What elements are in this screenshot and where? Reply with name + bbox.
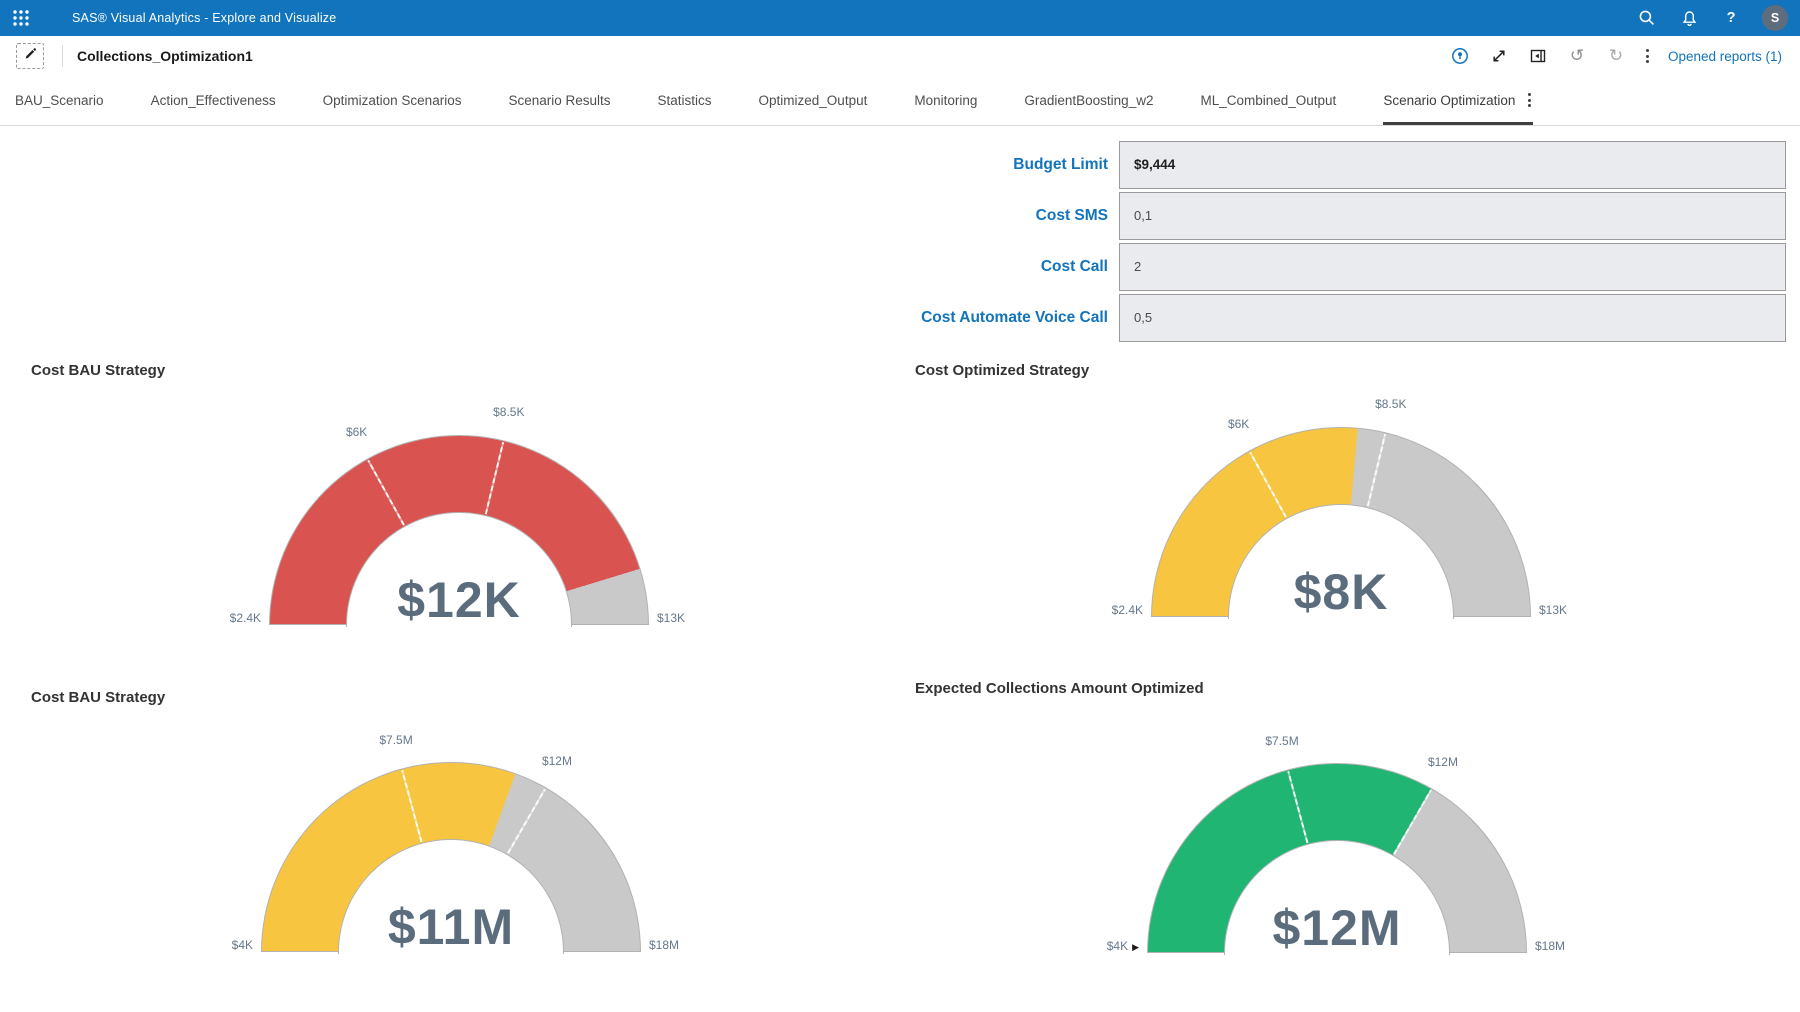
tab-label: GradientBoosting_w2 <box>1024 93 1153 108</box>
prompt-row: Cost Call 2 <box>0 243 1786 291</box>
edit-report-button[interactable] <box>16 43 44 69</box>
tab-label: Monitoring <box>914 93 977 108</box>
prompt-row: Cost SMS 0,1 <box>0 192 1786 240</box>
prompt-label: Cost Automate Voice Call <box>921 294 1108 342</box>
notifications-bell-icon[interactable] <box>1678 7 1700 29</box>
tab-scenario-optimization[interactable]: Scenario Optimization <box>1383 76 1533 125</box>
gauge-tick-label: $6K <box>346 425 367 439</box>
gauge-chart: $6K$8.5K$2.4K$13K$8K <box>1061 371 1621 621</box>
toolbar-more-options-icon[interactable] <box>1644 47 1651 65</box>
report-title: Collections_Optimization1 <box>77 48 253 64</box>
tab-label: Action_Effectiveness <box>151 93 276 108</box>
gauge-tick-label: $7.5M <box>1265 734 1298 748</box>
tab-scenario-results[interactable]: Scenario Results <box>508 76 610 125</box>
gauge-value: $12M <box>1057 899 1617 957</box>
gauge-tick-label: $6K <box>1228 417 1249 431</box>
tab-label: BAU_Scenario <box>15 93 104 108</box>
prompt-row: Budget Limit $9,444 <box>0 141 1786 189</box>
tab-bar: BAU_Scenario Action_Effectiveness Optimiza… <box>0 76 1800 126</box>
gauge-chart: $6K$8.5K$2.4K$13K$12K <box>179 379 739 629</box>
toggle-panel-icon[interactable] <box>1527 45 1549 67</box>
app-bar: SAS® Visual Analytics - Explore and Visu… <box>0 0 1800 36</box>
app-title: SAS® Visual Analytics - Explore and Visu… <box>72 11 336 25</box>
tab-bau-scenario[interactable]: BAU_Scenario <box>15 76 104 125</box>
tab-label: ML_Combined_Output <box>1200 93 1336 108</box>
tab-label: Statistics <box>658 93 712 108</box>
tab-optimization-scenarios[interactable]: Optimization Scenarios <box>323 76 462 125</box>
prompt-value: 2 <box>1120 244 1785 289</box>
tab-optimized-output[interactable]: Optimized_Output <box>759 76 868 125</box>
gauge-tick-label: $8.5K <box>1375 397 1406 411</box>
pencil-icon <box>23 47 37 66</box>
gauge-chart: $7.5M$12M$4K▶$18M$12M <box>1057 707 1617 957</box>
gauge-title: Cost BAU Strategy <box>31 689 165 706</box>
prompt-value: $9,444 <box>1120 142 1785 187</box>
gauge-value: $12K <box>179 571 739 629</box>
tab-label: Scenario Optimization <box>1383 93 1515 108</box>
opened-reports-link[interactable]: Opened reports (1) <box>1668 49 1782 64</box>
gauge-title: Expected Collections Amount Optimized <box>915 680 1204 697</box>
prompt-input-cost-sms[interactable]: 0,1 <box>1119 192 1786 240</box>
gauge-value: $11M <box>171 898 731 956</box>
tab-ml-combined-output[interactable]: ML_Combined_Output <box>1200 76 1336 125</box>
gauge-value: $8K <box>1061 563 1621 621</box>
prompt-value: 0,5 <box>1120 295 1785 340</box>
tab-label: Optimization Scenarios <box>323 93 462 108</box>
help-icon[interactable]: ? <box>1720 7 1742 29</box>
prompt-label: Budget Limit <box>1013 141 1108 189</box>
user-avatar[interactable]: S <box>1762 5 1788 31</box>
tab-statistics[interactable]: Statistics <box>658 76 712 125</box>
tab-more-options-icon[interactable] <box>1526 91 1533 109</box>
undo-icon[interactable]: ↺ <box>1566 45 1588 67</box>
report-toolbar: Collections_Optimization1 ↺ <box>0 36 1800 76</box>
tab-label: Optimized_Output <box>759 93 868 108</box>
pin-circle-icon[interactable] <box>1449 45 1471 67</box>
gauge-chart: $7.5M$12M$4K$18M$11M <box>171 706 731 956</box>
prompt-input-cost-call[interactable]: 2 <box>1119 243 1786 291</box>
prompt-label: Cost SMS <box>1036 192 1108 240</box>
gauge-tick-label: $12M <box>1428 755 1458 769</box>
gauge-tick-label: $7.5M <box>379 733 412 747</box>
prompt-input-budget-limit[interactable]: $9,444 <box>1119 141 1786 189</box>
prompt-label: Cost Call <box>1041 243 1108 291</box>
toolbar-separator <box>62 45 63 67</box>
tab-label: Scenario Results <box>508 93 610 108</box>
app-launcher-grid-icon[interactable] <box>10 7 32 29</box>
redo-icon[interactable]: ↻ <box>1605 45 1627 67</box>
tab-action-effectiveness[interactable]: Action_Effectiveness <box>151 76 276 125</box>
prompt-input-cost-automate-voice-call[interactable]: 0,5 <box>1119 294 1786 342</box>
tab-monitoring[interactable]: Monitoring <box>914 76 977 125</box>
search-icon[interactable] <box>1636 7 1658 29</box>
prompt-row: Cost Automate Voice Call 0,5 <box>0 294 1786 342</box>
gauge-tick-label: $8.5K <box>493 405 524 419</box>
gauge-title: Cost BAU Strategy <box>31 362 165 379</box>
prompt-value: 0,1 <box>1120 193 1785 238</box>
expand-fullscreen-icon[interactable] <box>1488 45 1510 67</box>
tab-gradientboosting-w2[interactable]: GradientBoosting_w2 <box>1024 76 1153 125</box>
gauge-tick-label: $12M <box>542 754 572 768</box>
